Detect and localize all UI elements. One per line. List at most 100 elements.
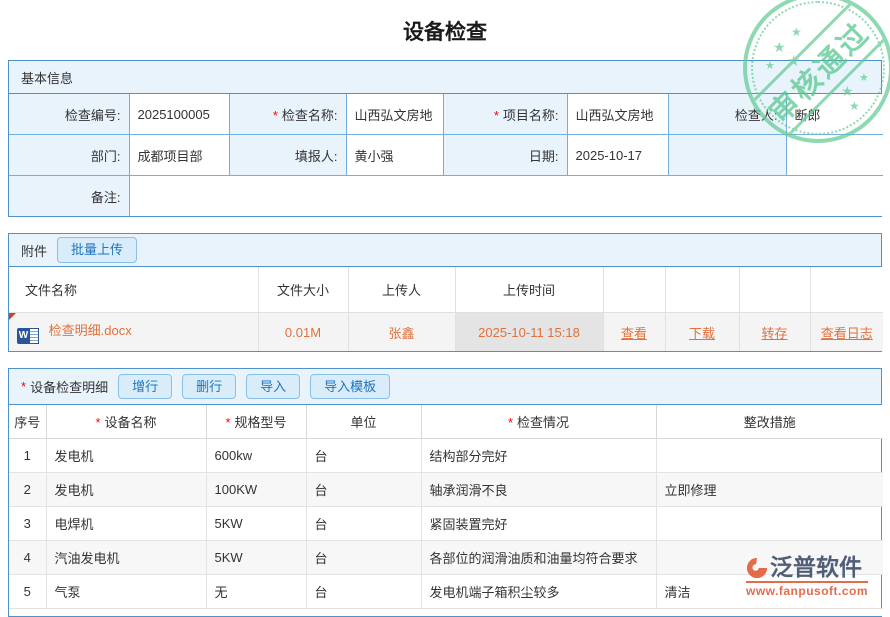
word-file-icon: W [17, 328, 39, 344]
unit-cell: 台 [306, 473, 421, 507]
action-column-header [665, 267, 739, 313]
situation-cell: 结构部分完好 [421, 439, 656, 473]
inspection-details-section-header: * 设备检查明细 增行 删行 导入 导入模板 [9, 369, 881, 405]
transfer-save-link[interactable]: 转存 [761, 326, 787, 341]
project-name-label: *项目名称: [443, 94, 567, 135]
import-template-button[interactable]: 导入模板 [310, 374, 390, 400]
file-size-column-header: 文件大小 [258, 267, 348, 313]
unit-cell: 台 [306, 439, 421, 473]
project-name-value: 山西弘文房地 [567, 94, 668, 135]
vendor-url: www.fanpusoft.com [746, 583, 868, 598]
attachments-header-row: 文件名称 文件大小 上传人 上传时间 [9, 267, 883, 313]
equipment-name-cell: 汽油发电机 [46, 541, 206, 575]
delete-row-button[interactable]: 删行 [182, 374, 236, 400]
department-value: 成都项目部 [129, 135, 229, 176]
view-action-cell: 查看 [603, 313, 665, 352]
equipment-name-cell: 发电机 [46, 473, 206, 507]
filler-value: 黄小强 [346, 135, 443, 176]
equipment-name-cell: 气泵 [46, 575, 206, 609]
fanpu-logo-icon [746, 557, 768, 579]
model-cell: 5KW [206, 507, 306, 541]
row-seq: 1 [9, 439, 46, 473]
batch-upload-button[interactable]: 批量上传 [57, 237, 137, 263]
check-no-label: 检查编号: [9, 94, 129, 135]
equipment-name-column-header: *设备名称 [46, 405, 206, 439]
view-log-action-cell: 查看日志 [810, 313, 883, 352]
vendor-watermark: 泛普软件 www.fanpusoft.com [746, 556, 868, 598]
situation-column-header: *检查情况 [421, 405, 656, 439]
attachments-title: 附件 [21, 241, 47, 260]
empty-value-cell [786, 135, 883, 176]
check-name-value: 山西弘文房地 [346, 94, 443, 135]
seq-column-header: 序号 [9, 405, 46, 439]
download-action-cell: 下载 [665, 313, 739, 352]
attachment-file-link[interactable]: 检查明细.docx [49, 323, 132, 338]
situation-cell: 发电机端子箱积尘较多 [421, 575, 656, 609]
action-column-header [739, 267, 810, 313]
model-cell: 无 [206, 575, 306, 609]
basic-info-row-3: 备注: [9, 176, 883, 217]
unit-cell: 台 [306, 507, 421, 541]
add-row-button[interactable]: 增行 [118, 374, 172, 400]
row-seq: 4 [9, 541, 46, 575]
attachments-table: 文件名称 文件大小 上传人 上传时间 W 检查明细.docx 0.01M 张鑫 … [9, 267, 883, 351]
equipment-name-cell: 电焊机 [46, 507, 206, 541]
measure-cell [656, 507, 883, 541]
attachment-file-name-cell: W 检查明细.docx [9, 313, 258, 352]
table-row: 2 发电机 100KW 台 轴承润滑不良 立即修理 [9, 473, 883, 507]
measure-cell: 立即修理 [656, 473, 883, 507]
action-column-header [810, 267, 883, 313]
model-column-header: *规格型号 [206, 405, 306, 439]
attachment-file-size: 0.01M [258, 313, 348, 352]
measure-cell [656, 439, 883, 473]
upload-time-column-header: 上传时间 [455, 267, 603, 313]
check-no-value: 2025100005 [129, 94, 229, 135]
vendor-brand-name: 泛普软件 [770, 556, 862, 579]
remark-value [129, 176, 883, 217]
action-column-header [603, 267, 665, 313]
equipment-name-cell: 发电机 [46, 439, 206, 473]
page-title: 设备检查 [0, 0, 890, 60]
empty-label-cell [668, 135, 786, 176]
model-cell: 5KW [206, 541, 306, 575]
uploader-column-header: 上传人 [348, 267, 455, 313]
table-footer-spacer [9, 609, 883, 617]
basic-info-section-header: 基本信息 [9, 61, 881, 94]
view-link[interactable]: 查看 [621, 326, 647, 341]
attachment-upload-time: 2025-10-11 15:18 [455, 313, 603, 352]
file-name-column-header: 文件名称 [9, 267, 258, 313]
basic-info-title: 基本信息 [21, 68, 73, 87]
unit-cell: 台 [306, 541, 421, 575]
row-seq: 3 [9, 507, 46, 541]
department-label: 部门: [9, 135, 129, 176]
inspection-details-title: 设备检查明细 [30, 377, 108, 396]
situation-cell: 各部位的润滑油质和油量均符合要求 [421, 541, 656, 575]
view-log-link[interactable]: 查看日志 [821, 326, 873, 341]
attachment-uploader: 张鑫 [348, 313, 455, 352]
filler-label: 填报人: [229, 135, 346, 176]
date-label: 日期: [443, 135, 567, 176]
check-name-label: *检查名称: [229, 94, 346, 135]
row-seq: 2 [9, 473, 46, 507]
basic-info-table: 检查编号: 2025100005 *检查名称: 山西弘文房地 *项目名称: 山西… [9, 94, 883, 216]
transfer-action-cell: 转存 [739, 313, 810, 352]
situation-cell: 紧固装置完好 [421, 507, 656, 541]
basic-info-row-2: 部门: 成都项目部 填报人: 黄小强 日期: 2025-10-17 [9, 135, 883, 176]
details-header-row: 序号 *设备名称 *规格型号 单位 *检查情况 整改措施 [9, 405, 883, 439]
inspector-label: 检查人: [668, 94, 786, 135]
download-link[interactable]: 下载 [689, 326, 715, 341]
inspector-value: 断郎 [786, 94, 883, 135]
attachments-panel: 附件 批量上传 文件名称 文件大小 上传人 上传时间 W 检查明细.docx 0… [8, 233, 882, 352]
vendor-brand-row: 泛普软件 [746, 556, 868, 583]
table-row: 1 发电机 600kw 台 结构部分完好 [9, 439, 883, 473]
table-row: 3 电焊机 5KW 台 紧固装置完好 [9, 507, 883, 541]
import-button[interactable]: 导入 [246, 374, 300, 400]
basic-info-panel: 基本信息 检查编号: 2025100005 *检查名称: 山西弘文房地 *项目名… [8, 60, 882, 217]
row-seq: 5 [9, 575, 46, 609]
unit-column-header: 单位 [306, 405, 421, 439]
attachments-section-header: 附件 批量上传 [9, 234, 881, 267]
date-value: 2025-10-17 [567, 135, 668, 176]
remark-label: 备注: [9, 176, 129, 217]
model-cell: 100KW [206, 473, 306, 507]
situation-cell: 轴承润滑不良 [421, 473, 656, 507]
